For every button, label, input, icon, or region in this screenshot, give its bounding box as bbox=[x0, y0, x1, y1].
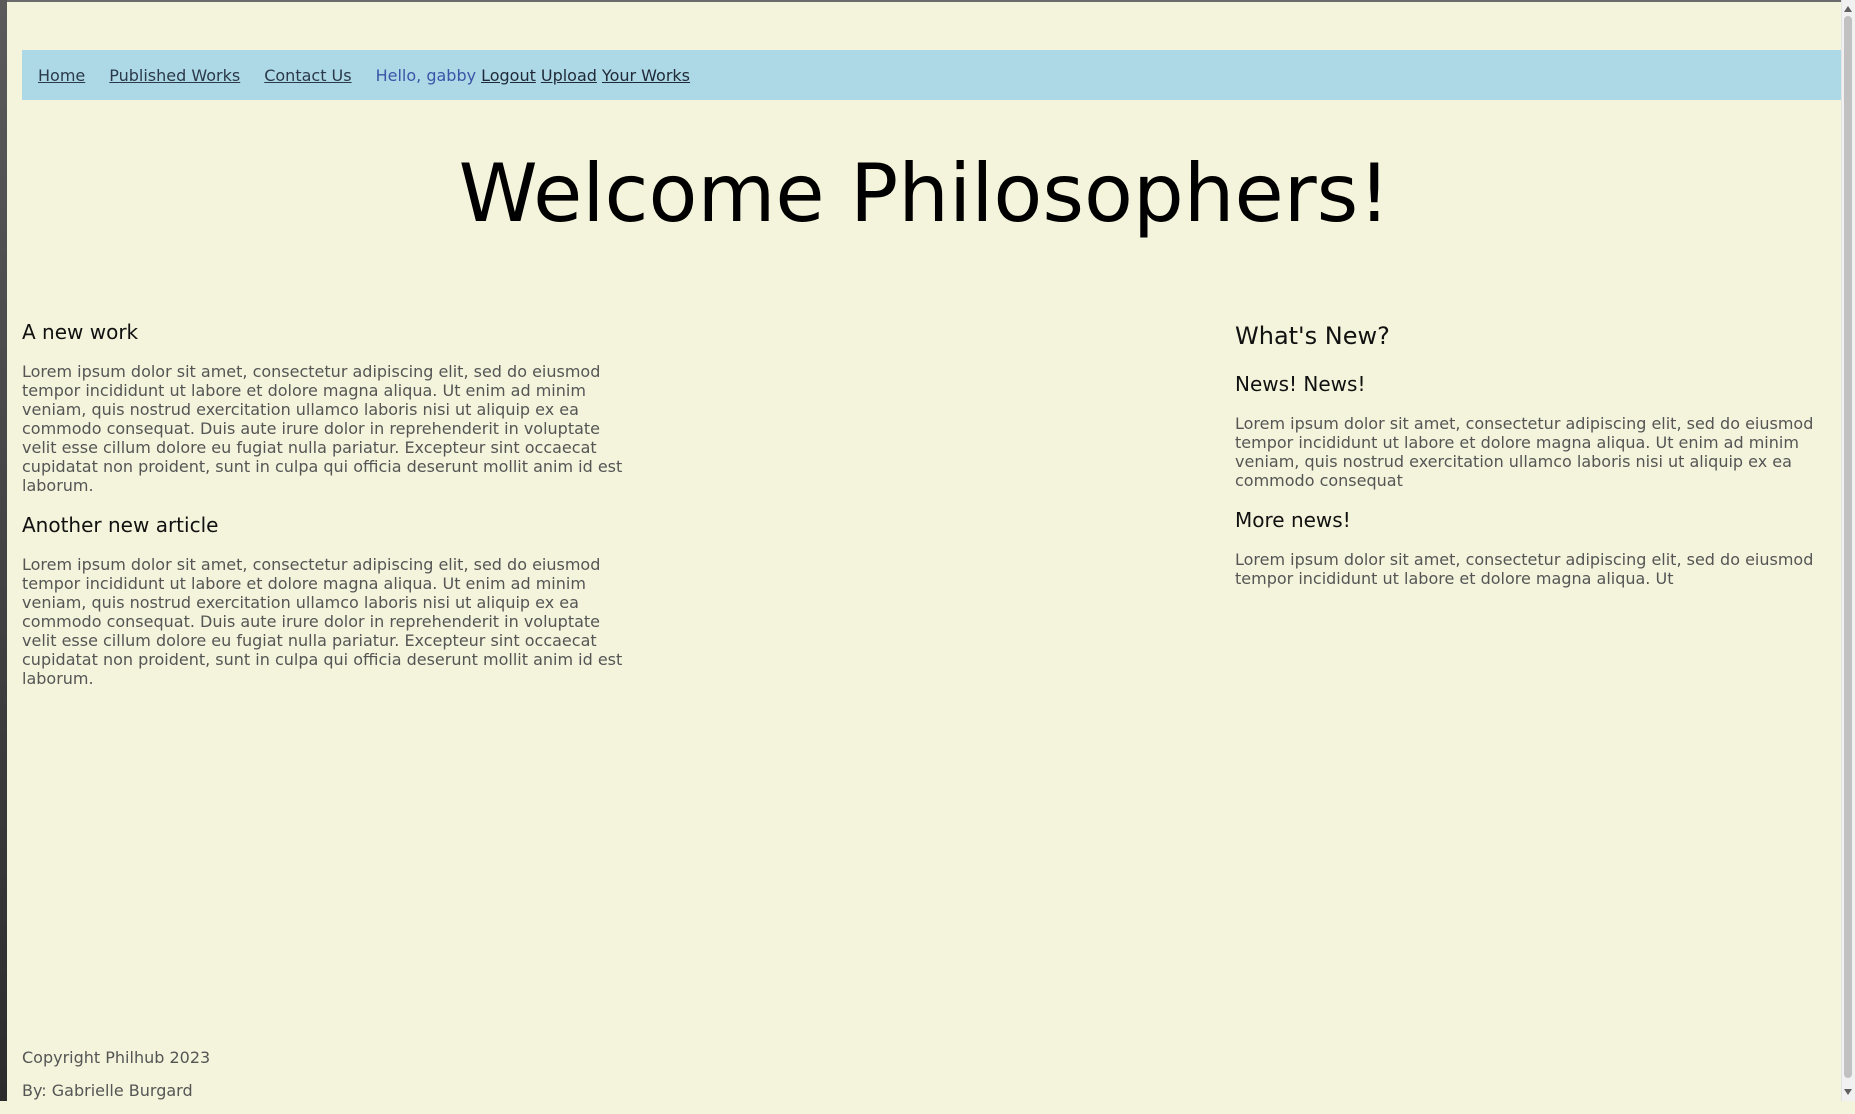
whats-new-sidebar: What's New? News! News! Lorem ipsum dolo… bbox=[1235, 322, 1815, 606]
page-title: Welcome Philosophers! bbox=[458, 147, 1391, 240]
article-title: A new work bbox=[22, 320, 139, 344]
nav-link-contact-us[interactable]: Contact Us bbox=[264, 66, 351, 85]
news-title: News! News! bbox=[1235, 372, 1366, 396]
window-left-edge bbox=[0, 0, 7, 1101]
top-navbar: Home Published Works Contact Us Hello, g… bbox=[22, 50, 1841, 100]
news-item: More news! Lorem ipsum dolor sit amet, c… bbox=[1235, 508, 1815, 588]
article: A new work Lorem ipsum dolor sit amet, c… bbox=[22, 320, 632, 495]
nav-link-published-works[interactable]: Published Works bbox=[109, 66, 240, 85]
news-item: News! News! Lorem ipsum dolor sit amet, … bbox=[1235, 372, 1815, 490]
scroll-up-arrow-icon[interactable] bbox=[1844, 6, 1852, 12]
sidebar-title: What's New? bbox=[1235, 322, 1390, 350]
user-greeting: Hello, gabby bbox=[375, 65, 477, 85]
article: Another new article Lorem ipsum dolor si… bbox=[22, 513, 632, 688]
logout-link[interactable]: Logout bbox=[481, 66, 536, 85]
your-works-link[interactable]: Your Works bbox=[602, 66, 690, 85]
window-top-border bbox=[0, 0, 1855, 2]
page-footer: Copyright Philhub 2023 By: Gabrielle Bur… bbox=[22, 1048, 210, 1114]
news-body: Lorem ipsum dolor sit amet, consectetur … bbox=[1235, 414, 1814, 490]
scroll-down-arrow-icon[interactable] bbox=[1844, 1089, 1852, 1095]
copyright-text: Copyright Philhub 2023 bbox=[22, 1048, 211, 1067]
nav-link-home[interactable]: Home bbox=[38, 66, 85, 85]
news-title: More news! bbox=[1235, 508, 1351, 532]
article-body: Lorem ipsum dolor sit amet, consectetur … bbox=[22, 555, 623, 688]
scrollbar-thumb[interactable] bbox=[1844, 16, 1852, 1078]
vertical-scrollbar[interactable] bbox=[1841, 0, 1855, 1101]
article-title: Another new article bbox=[22, 513, 219, 537]
news-body: Lorem ipsum dolor sit amet, consectetur … bbox=[1235, 550, 1814, 588]
article-body: Lorem ipsum dolor sit amet, consectetur … bbox=[22, 362, 623, 495]
upload-link[interactable]: Upload bbox=[541, 66, 597, 85]
author-text: By: Gabrielle Burgard bbox=[22, 1081, 193, 1100]
articles-column: A new work Lorem ipsum dolor sit amet, c… bbox=[22, 320, 632, 706]
